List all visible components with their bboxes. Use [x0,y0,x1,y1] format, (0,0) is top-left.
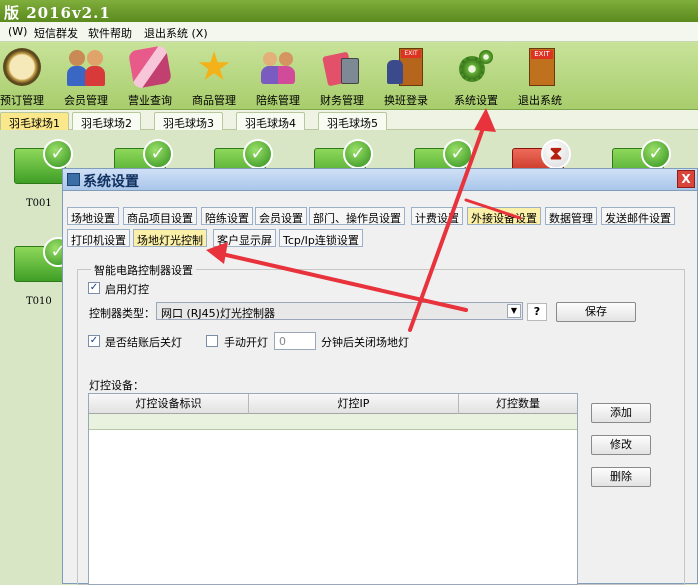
coach-icon [259,48,297,86]
court-label: T010 [26,296,52,307]
check-icon: ✓ [443,139,473,169]
save-button[interactable]: 保存 [556,302,636,322]
system-settings-dialog: 系统设置 X 场地设置 商品项目设置 陪练设置 会员设置 部门、操作员设置 计费… [62,168,698,585]
enable-light-label: 启用灯控 [105,283,149,296]
chevron-down-icon[interactable]: ▼ [507,304,521,318]
court-tile[interactable]: ✓ [14,139,73,184]
toolbar-goods-button[interactable]: ★ 商品管理 [182,44,246,108]
column-header-device-id[interactable]: 灯控设备标识 [89,394,249,414]
finance-icon [322,48,361,87]
tab-court-5[interactable]: 羽毛球场5 [318,112,387,130]
app-title: 版 2016v2.1 [4,4,111,22]
tab-member-settings[interactable]: 会员设置 [255,207,307,225]
add-button[interactable]: 添加 [591,403,651,423]
court-tab-strip: 羽毛球场1 羽毛球场2 羽毛球场3 羽毛球场4 羽毛球场5 [0,110,698,130]
check-icon: ✓ [343,139,373,169]
toolbar-label: 退出系统 [518,94,562,107]
edit-button[interactable]: 修改 [591,435,651,455]
toolbar-booking-button[interactable]: 预订管理 [0,44,54,108]
tab-court-2[interactable]: 羽毛球场2 [72,112,141,130]
menu-item-help[interactable]: 软件帮助 [88,25,132,41]
query-icon [127,44,173,90]
auto-off-label: 是否结账后关灯 [105,336,182,349]
tab-printer-settings[interactable]: 打印机设置 [67,229,130,247]
gear-icon [457,48,495,86]
toolbar-query-button[interactable]: 营业查询 [118,44,182,108]
check-icon: ✓ [243,139,273,169]
tab-customer-display[interactable]: 客户显示屏 [213,229,276,247]
star-icon: ★ [196,44,232,90]
column-header-device-ip[interactable]: 灯控IP [249,394,459,414]
court-label: T001 [26,198,52,209]
tab-venue-settings[interactable]: 场地设置 [67,207,119,225]
toolbar-exit-button[interactable]: EXIT 退出系统 [508,44,572,108]
shift-icon: EXIT [387,48,425,86]
menu-bar: (W) 短信群发 软件帮助 退出系统 (X) [0,22,698,42]
controller-type-label: 控制器类型： [89,307,155,320]
light-device-table[interactable]: 灯控设备标识 灯控IP 灯控数量 [88,393,578,585]
hourglass-icon: ⧗ [541,139,571,169]
delete-button[interactable]: 删除 [591,467,651,487]
main-toolbar: 预订管理 会员管理 营业查询 ★ 商品管理 陪练管理 财务管理 EXIT 换班登… [0,42,698,110]
auto-off-checkbox[interactable]: ✓ [88,335,100,347]
manual-on-checkbox[interactable] [206,335,218,347]
tab-court-3[interactable]: 羽毛球场3 [154,112,223,130]
dialog-window-icon [67,173,80,186]
toolbar-members-button[interactable]: 会员管理 [54,44,118,108]
tab-billing-settings[interactable]: 计费设置 [411,207,463,225]
court-tile[interactable]: ✓ [14,237,73,282]
controller-type-value: 网口 (RJ45)灯光控制器 [161,307,275,320]
check-icon: ✓ [143,139,173,169]
check-icon: ✓ [43,139,73,169]
tab-tcpip-settings[interactable]: Tcp/Ip连锁设置 [279,229,363,247]
members-icon [67,48,105,86]
tab-goods-settings[interactable]: 商品项目设置 [123,207,197,225]
minutes-suffix-label: 分钟后关闭场地灯 [321,336,409,349]
exit-icon: EXIT [521,48,559,86]
help-button[interactable]: ? [527,303,547,321]
manual-on-label: 手动开灯 [224,336,268,349]
tab-coach-settings[interactable]: 陪练设置 [201,207,253,225]
minutes-input[interactable]: 0 [274,332,316,350]
dialog-close-button[interactable]: X [677,170,695,188]
toolbar-coach-button[interactable]: 陪练管理 [246,44,310,108]
dialog-title: 系统设置 [83,174,139,190]
tab-device-settings[interactable]: 外接设备设置 [467,207,541,225]
toolbar-settings-button[interactable]: 系统设置 [444,44,508,108]
check-icon: ✓ [641,139,671,169]
menu-item-sms[interactable]: 短信群发 [34,25,78,41]
dialog-title-bar[interactable]: 系统设置 X [63,169,697,191]
toolbar-finance-button[interactable]: 财务管理 [310,44,374,108]
toolbar-label: 换班登录 [384,94,428,107]
tab-operator-settings[interactable]: 部门、操作员设置 [309,207,405,225]
app-title-bar: 版 2016v2.1 [0,0,698,22]
enable-light-checkbox[interactable]: ✓ [88,282,100,294]
table-row[interactable] [89,414,577,430]
menu-item-exit[interactable]: 退出系统 (X) [144,25,208,41]
tab-court-1[interactable]: 羽毛球场1 [0,112,69,130]
tab-court-4[interactable]: 羽毛球场4 [236,112,305,130]
clock-icon [3,48,41,86]
tab-email-settings[interactable]: 发送邮件设置 [601,207,675,225]
group-title: 智能电路控制器设置 [91,262,196,278]
tab-light-control[interactable]: 场地灯光控制 [133,229,207,247]
column-header-device-count[interactable]: 灯控数量 [459,394,577,414]
tab-data-management[interactable]: 数据管理 [545,207,597,225]
toolbar-shift-button[interactable]: EXIT 换班登录 [374,44,438,108]
menu-item-w[interactable]: (W) [8,25,27,38]
controller-type-select[interactable]: 网口 (RJ45)灯光控制器 ▼ [156,302,523,320]
devices-label: 灯控设备： [89,379,144,392]
